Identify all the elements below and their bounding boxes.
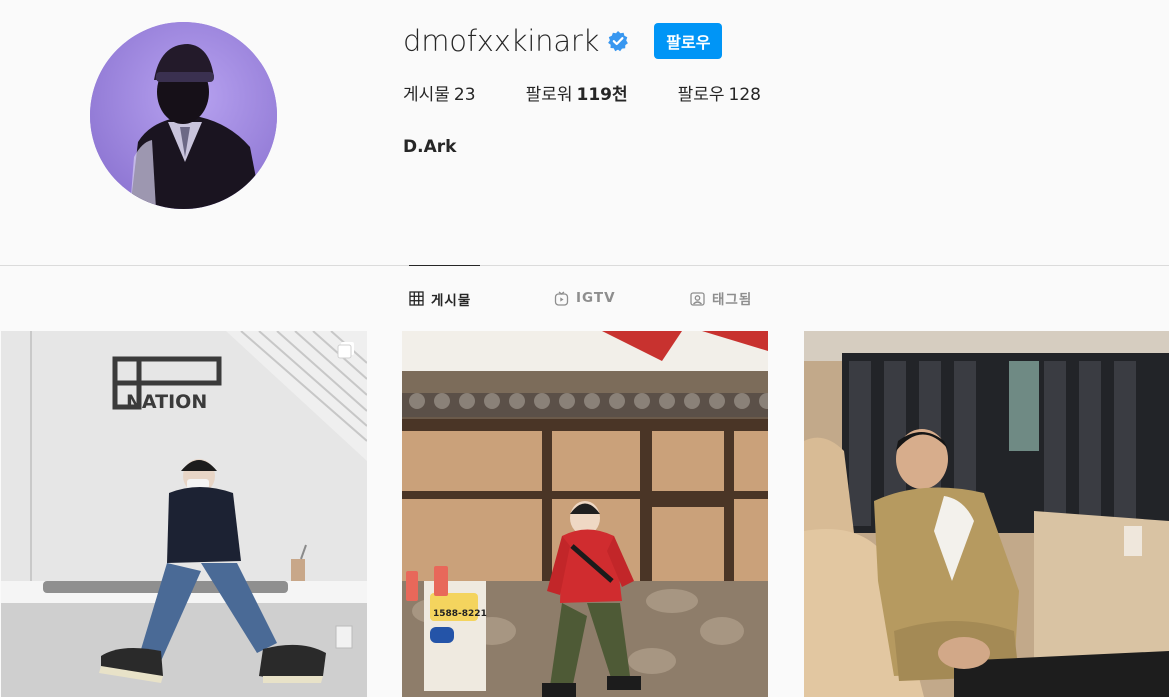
following-label: 팔로우 — [677, 85, 725, 105]
posts-grid: NATION 1588-8221 — [0, 331, 1169, 697]
post-thumbnail[interactable] — [804, 331, 1169, 697]
post-image: NATION — [1, 331, 367, 697]
tab-posts-label: 게시물 — [431, 292, 472, 309]
profile-avatar[interactable] — [90, 22, 277, 209]
post-sign-text: 1588-8221 — [433, 609, 487, 619]
posts-label: 게시물 — [403, 85, 450, 105]
posts-value: 23 — [453, 85, 476, 105]
avatar-image — [90, 22, 277, 209]
grid-icon — [409, 291, 424, 306]
tab-tagged[interactable]: 태그됨 — [690, 265, 752, 331]
profile-full-name: D.Ark — [403, 137, 457, 157]
tab-igtv[interactable]: IGTV — [554, 265, 616, 331]
post-thumbnail[interactable]: NATION — [1, 331, 367, 697]
posts-count[interactable]: 게시물 23 — [403, 83, 476, 107]
profile-header: dmofxxkinark 팔로우 게시물 23 팔로워 119천 팔로우 128 D.… — [0, 0, 1169, 265]
tagged-icon — [690, 291, 705, 306]
followers-count[interactable]: 팔로워 119천 — [526, 83, 628, 107]
multiple-images-icon — [337, 341, 355, 359]
tab-igtv-label: IGTV — [576, 290, 616, 306]
followers-value: 119천 — [576, 85, 628, 105]
profile-title-row: dmofxxkinark 팔로우 — [403, 22, 723, 60]
profile-stats: 게시물 23 팔로워 119천 팔로우 128 — [403, 83, 811, 107]
following-count[interactable]: 팔로우 128 — [678, 83, 761, 107]
follow-button[interactable]: 팔로우 — [654, 23, 723, 59]
following-value: 128 — [728, 85, 761, 105]
post-thumbnail[interactable]: 1588-8221 — [402, 331, 768, 697]
igtv-icon — [554, 290, 569, 306]
post-image — [804, 331, 1169, 697]
tab-tagged-label: 태그됨 — [712, 292, 753, 308]
post-image: 1588-8221 — [402, 331, 768, 697]
verified-badge-icon — [607, 30, 629, 52]
followers-label: 팔로워 — [525, 85, 573, 105]
post-sign-text: NATION — [126, 391, 207, 413]
tab-posts[interactable]: 게시물 — [409, 265, 480, 331]
username: dmofxxkinark — [403, 24, 600, 58]
profile-tabs: 게시물 IGTV 태그됨 — [0, 265, 1169, 331]
